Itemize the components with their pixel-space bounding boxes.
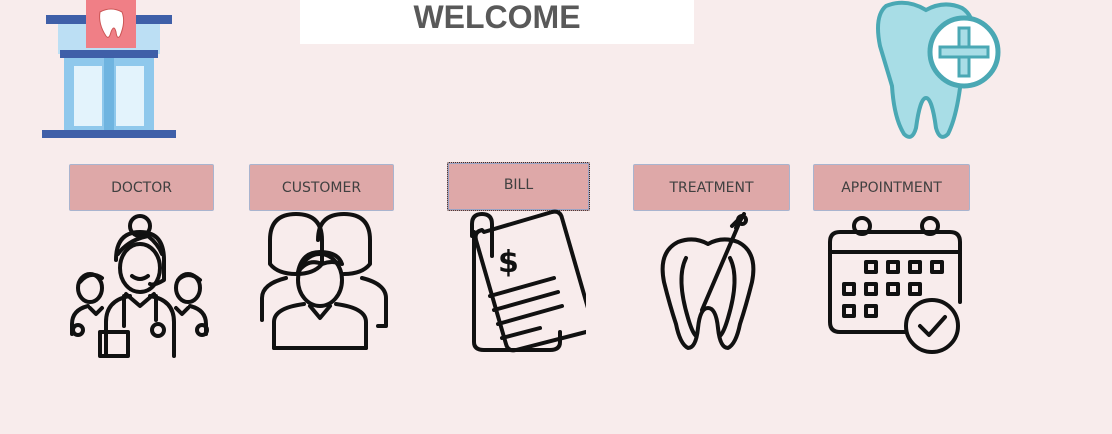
- tooth-plus-icon: [862, 0, 1004, 142]
- page-title: WELCOME: [413, 0, 581, 35]
- doctors-group-icon: [66, 212, 216, 360]
- doctor-button[interactable]: DOCTOR: [69, 164, 214, 211]
- bill-document-icon: $: [450, 206, 586, 356]
- dental-clinic-building-icon: [40, 0, 180, 142]
- calendar-check-icon: [826, 214, 968, 356]
- appointment-button[interactable]: APPOINTMENT: [813, 164, 970, 211]
- bill-button[interactable]: BILL: [447, 162, 590, 211]
- title-banner: WELCOME: [300, 0, 694, 44]
- customer-button[interactable]: CUSTOMER: [249, 164, 394, 211]
- treatment-button[interactable]: TREATMENT: [633, 164, 790, 211]
- customers-group-icon: [248, 210, 392, 352]
- svg-text:$: $: [498, 245, 519, 280]
- tooth-root-canal-icon: [656, 212, 760, 354]
